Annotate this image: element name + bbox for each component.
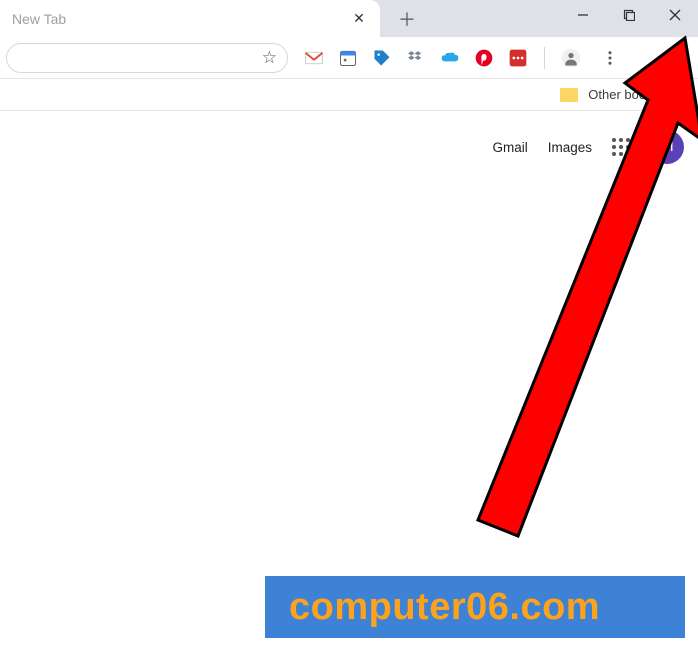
- images-link[interactable]: Images: [548, 140, 592, 155]
- folder-icon: [560, 88, 578, 102]
- other-bookmarks[interactable]: Other bookmarks: [588, 87, 688, 102]
- window-controls: [560, 0, 698, 30]
- close-window-button[interactable]: [652, 0, 698, 30]
- new-tab-button[interactable]: ＋: [396, 8, 418, 30]
- tab-title: New Tab: [12, 11, 350, 27]
- gmail-icon[interactable]: [304, 48, 324, 68]
- browser-titlebar: New Tab ✕ ＋: [0, 0, 698, 37]
- saved-tag-icon[interactable]: [372, 48, 392, 68]
- gmail-link[interactable]: Gmail: [492, 140, 527, 155]
- browser-tab[interactable]: New Tab ✕: [0, 0, 380, 37]
- dropbox-icon[interactable]: [406, 48, 426, 68]
- bookmark-star-icon[interactable]: ☆: [262, 48, 277, 68]
- minimize-button[interactable]: [560, 0, 606, 30]
- chrome-menu-button[interactable]: [599, 44, 621, 72]
- pinterest-icon[interactable]: [474, 48, 494, 68]
- calendar-icon[interactable]: [338, 48, 358, 68]
- watermark-text: computer06.com: [289, 586, 600, 629]
- watermark: computer06.com: [265, 576, 685, 638]
- address-bar[interactable]: ☆: [6, 43, 288, 73]
- toolbar-separator: [544, 47, 545, 69]
- bookmark-folder[interactable]: [560, 88, 578, 102]
- onedrive-icon[interactable]: [440, 48, 460, 68]
- bookmarks-bar: Other bookmarks: [0, 79, 698, 111]
- extensions-area: [304, 44, 621, 72]
- lastpass-icon[interactable]: [508, 48, 528, 68]
- profile-icon[interactable]: [561, 48, 581, 68]
- maximize-button[interactable]: [606, 0, 652, 30]
- browser-toolbar: ☆: [0, 37, 698, 79]
- other-bookmarks-label: Other bookmarks: [588, 87, 688, 102]
- account-avatar[interactable]: M: [650, 130, 684, 164]
- apps-launcher-icon[interactable]: [612, 138, 630, 156]
- ntp-header: Gmail Images M: [492, 130, 684, 164]
- close-icon[interactable]: ✕: [350, 10, 368, 28]
